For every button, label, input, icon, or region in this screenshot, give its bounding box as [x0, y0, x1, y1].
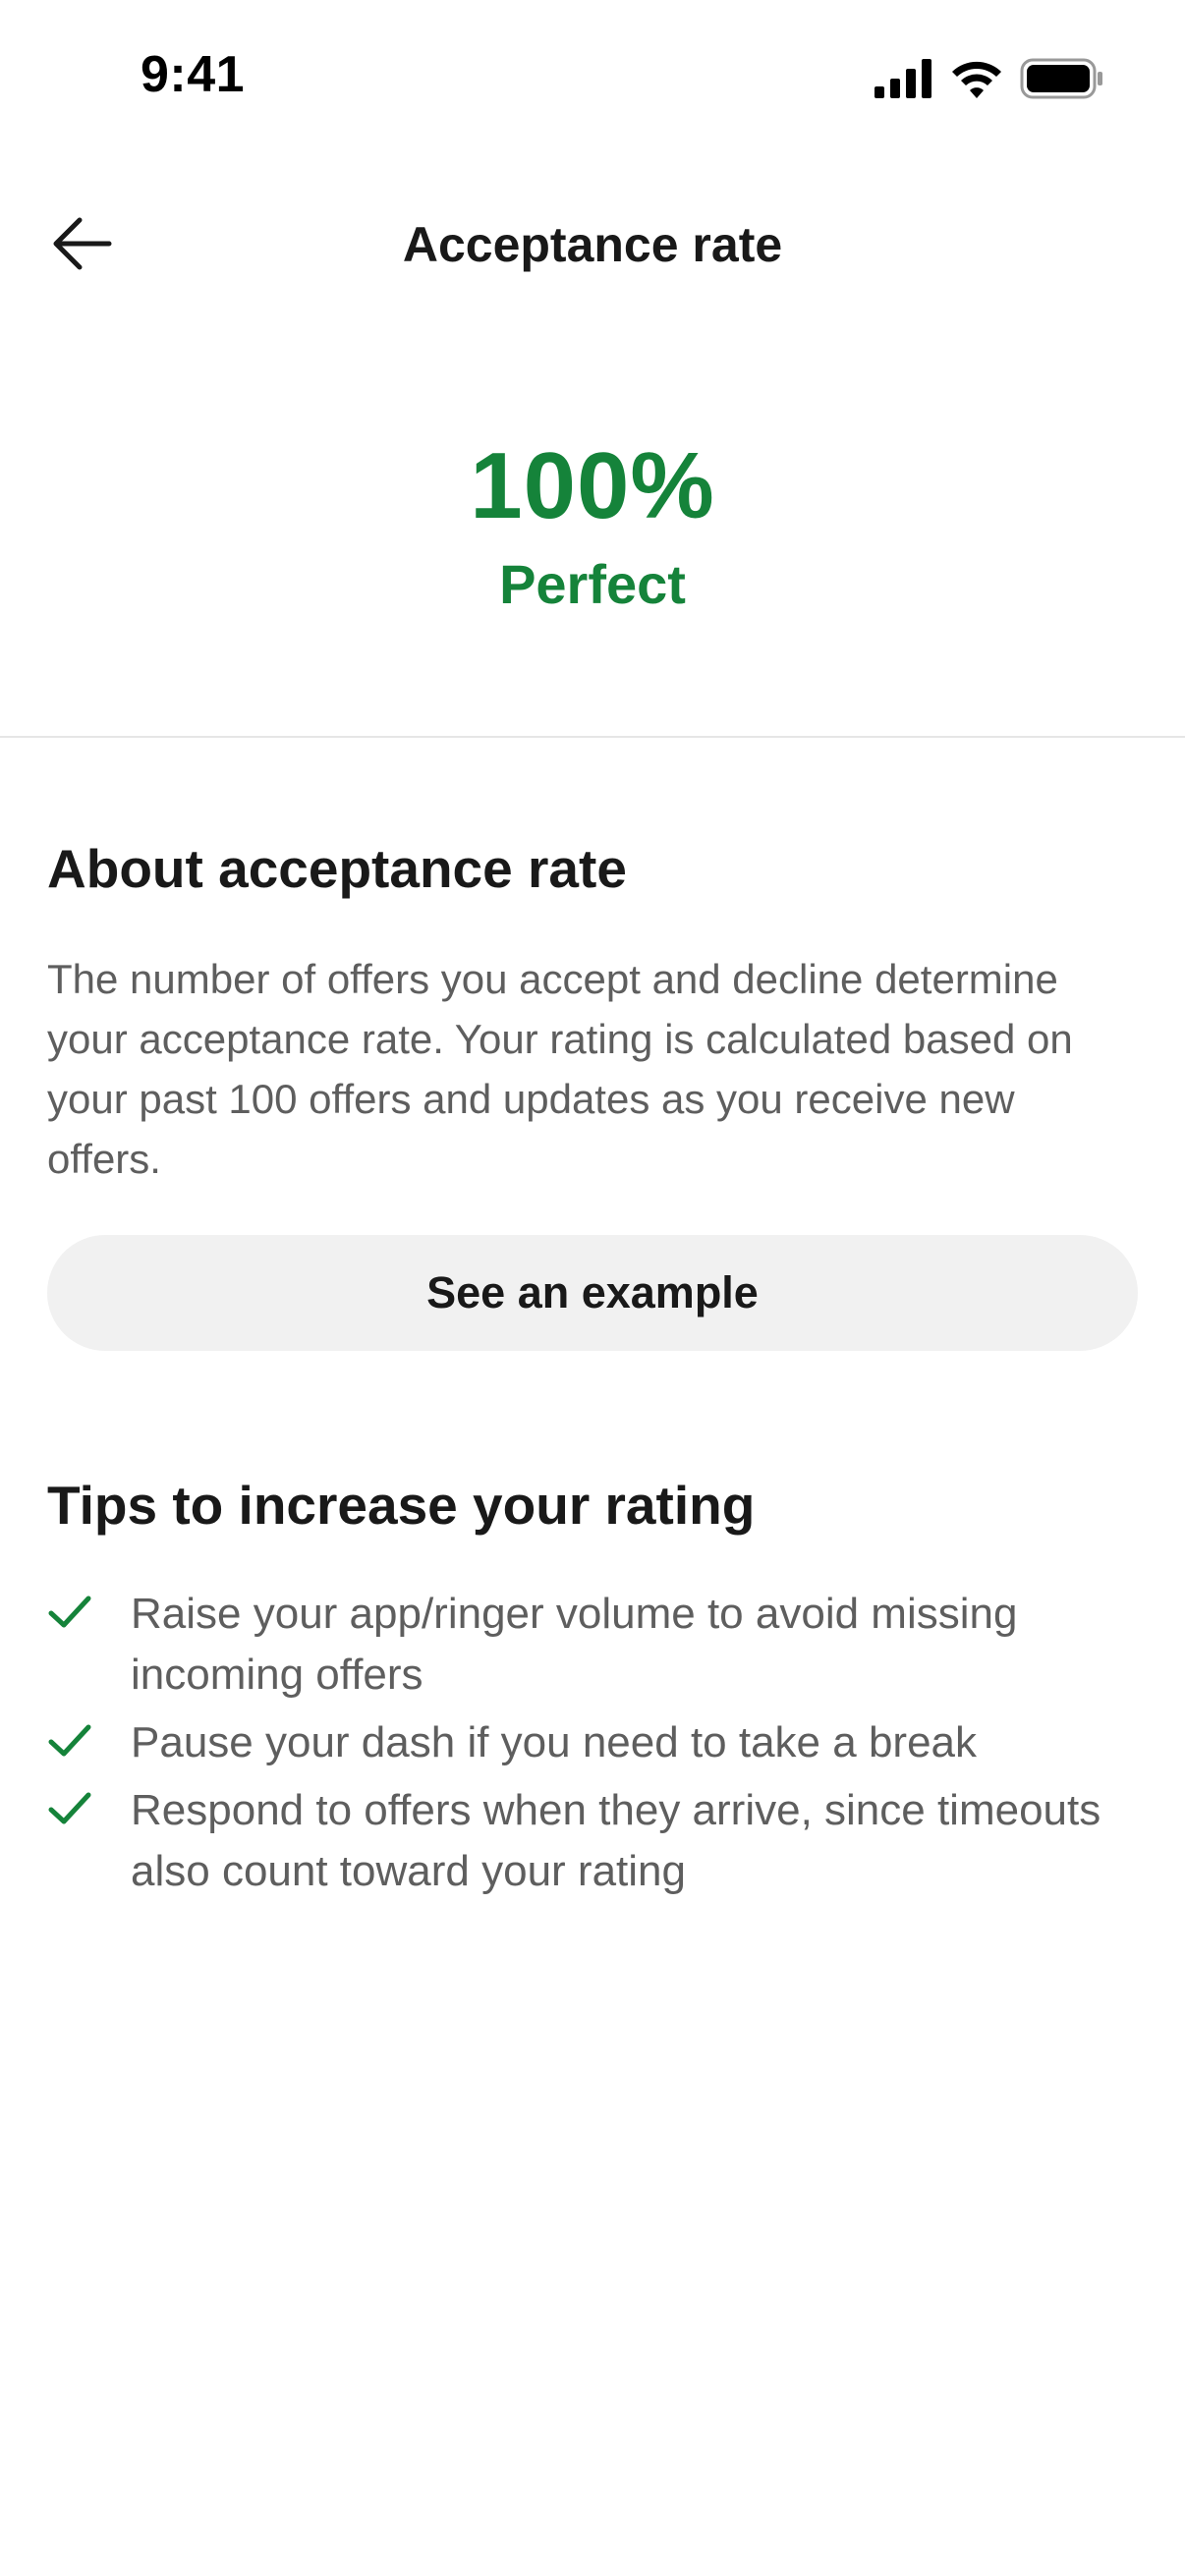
nav-bar: Acceptance rate [0, 187, 1185, 305]
tips-heading: Tips to increase your rating [47, 1475, 756, 1536]
tip-item: Raise your app/ringer volume to avoid mi… [47, 1584, 1148, 1706]
tip-text: Pause your dash if you need to take a br… [131, 1718, 978, 1766]
acceptance-rate-screen: 9:41 Acceptance rate 100% Perfect About … [0, 0, 1185, 2576]
acceptance-rate-value: 100% [470, 433, 715, 538]
status-time: 9:41 [141, 46, 246, 103]
checkmark-icon [48, 1596, 91, 1628]
acceptance-rate-label: Perfect [499, 553, 686, 615]
wifi-icon [951, 59, 1002, 98]
status-icons [875, 55, 1104, 102]
about-description: The number of offers you accept and decl… [47, 956, 1073, 1182]
tip-text: Raise your app/ringer volume to avoid mi… [131, 1590, 1018, 1699]
battery-icon [1020, 58, 1104, 99]
status-bar: 9:41 [0, 0, 1185, 157]
about-heading: About acceptance rate [47, 838, 627, 899]
tips-list: Raise your app/ringer volume to avoid mi… [47, 1584, 1148, 1909]
tip-text: Respond to offers when they arrive, sinc… [131, 1786, 1101, 1895]
tip-item: Pause your dash if you need to take a br… [47, 1712, 1148, 1773]
checkmark-icon [48, 1792, 91, 1824]
cellular-signal-icon [875, 59, 933, 98]
tip-item: Respond to offers when they arrive, sinc… [47, 1780, 1148, 1902]
checkmark-icon [48, 1724, 91, 1757]
see-example-button[interactable]: See an example [47, 1235, 1138, 1351]
section-divider [0, 736, 1185, 738]
page-title: Acceptance rate [402, 217, 783, 272]
